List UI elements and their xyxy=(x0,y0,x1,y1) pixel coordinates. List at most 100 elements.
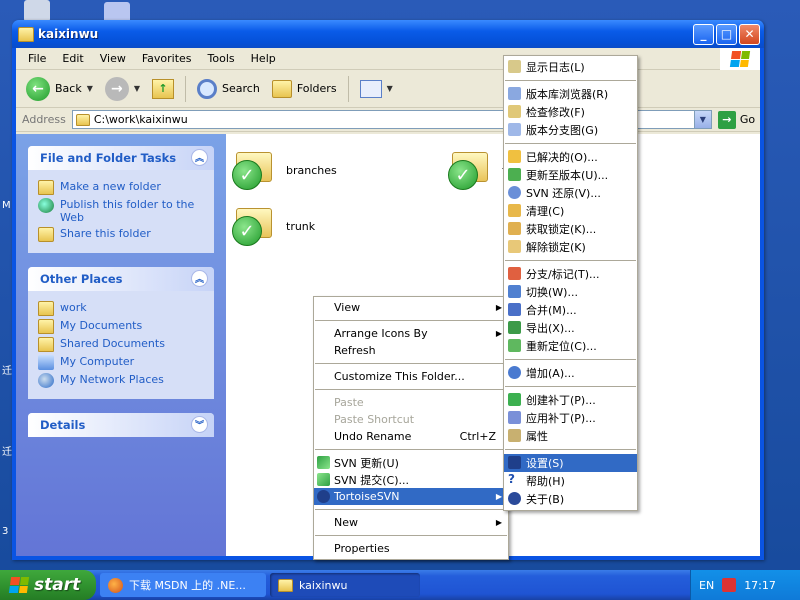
maximize-button[interactable]: □ xyxy=(716,23,737,45)
svn-switch[interactable]: 切换(W)... xyxy=(504,283,637,301)
menu-label: View xyxy=(334,301,361,314)
search-button[interactable]: Search xyxy=(193,74,264,104)
add-icon xyxy=(508,366,521,379)
forward-button[interactable]: → ▼ xyxy=(101,74,144,104)
cleanup-icon xyxy=(508,204,521,217)
svn-create-patch[interactable]: 创建补丁(P)... xyxy=(504,391,637,409)
tray-app-icon[interactable] xyxy=(722,578,737,592)
svn-add[interactable]: 增加(A)... xyxy=(504,364,637,382)
svn-merge[interactable]: 合并(M)... xyxy=(504,301,637,319)
taskbar-button-explorer[interactable]: kaixinwu xyxy=(270,573,420,597)
menu-item-refresh[interactable]: Refresh xyxy=(314,342,508,359)
menu-separator xyxy=(505,80,636,81)
svn-help[interactable]: ? 帮助(H) xyxy=(504,472,637,490)
taskbar-button-browser[interactable]: 下载 MSDN 上的 .NE... xyxy=(100,573,266,597)
panel-header[interactable]: File and Folder Tasks ︽ xyxy=(28,146,214,170)
task-pane: File and Folder Tasks ︽ Make a new folde… xyxy=(16,134,226,556)
menu-tools[interactable]: Tools xyxy=(200,52,243,65)
menu-separator xyxy=(505,386,636,387)
svn-export[interactable]: 导出(X)... xyxy=(504,319,637,337)
desktop-icon-1[interactable] xyxy=(24,0,50,22)
language-indicator[interactable]: EN xyxy=(699,579,714,592)
svn-check-modifications[interactable]: 检查修改(F) xyxy=(504,103,637,121)
svn-apply-patch[interactable]: 应用补丁(P)... xyxy=(504,409,637,427)
check-modifications-icon xyxy=(508,105,521,118)
submenu-arrow-icon: ▶ xyxy=(495,518,502,527)
menu-item-customize[interactable]: Customize This Folder... xyxy=(314,368,508,385)
svn-settings[interactable]: 设置(S) xyxy=(504,454,637,472)
menu-item-paste-shortcut: Paste Shortcut xyxy=(314,411,508,428)
menu-item-arrange[interactable]: Arrange Icons By ▶ xyxy=(314,325,508,342)
go-button[interactable]: → Go xyxy=(717,110,756,129)
share-folder-link[interactable]: Share this folder xyxy=(38,227,204,242)
close-button[interactable]: ✕ xyxy=(739,23,760,45)
link-label: Shared Documents xyxy=(60,337,165,350)
svn-revert[interactable]: SVN 还原(V)... xyxy=(504,184,637,202)
link-label: My Computer xyxy=(60,355,135,368)
chevron-down-icon[interactable]: ▼ xyxy=(387,84,393,93)
menu-item-properties[interactable]: Properties xyxy=(314,540,508,557)
submenu-arrow-icon: ▶ xyxy=(495,303,502,312)
menu-item-svn-commit[interactable]: SVN 提交(C)... xyxy=(314,471,508,488)
place-my-computer-link[interactable]: My Computer xyxy=(38,355,204,370)
create-patch-icon xyxy=(508,393,521,406)
menu-label: 导出(X)... xyxy=(526,322,575,335)
menu-item-view[interactable]: View ▶ xyxy=(314,299,508,316)
go-label: Go xyxy=(739,113,756,126)
menu-view[interactable]: View xyxy=(92,52,134,65)
chevron-down-icon[interactable]: ▼ xyxy=(87,84,93,93)
resolved-icon xyxy=(508,150,521,163)
place-shared-documents-link[interactable]: Shared Documents xyxy=(38,337,204,352)
start-button[interactable]: start xyxy=(0,570,96,600)
svn-branch-tag[interactable]: 分支/标记(T)... xyxy=(504,265,637,283)
place-work-link[interactable]: work xyxy=(38,301,204,316)
svn-about[interactable]: 关于(B) xyxy=(504,490,637,508)
chevron-down-icon[interactable]: ▼ xyxy=(693,111,711,128)
panel-header[interactable]: Other Places ︽ xyxy=(28,267,214,291)
menu-label: 重新定位(C)... xyxy=(526,340,597,353)
folders-button[interactable]: Folders xyxy=(268,74,341,104)
svn-repo-browser[interactable]: 版本库浏览器(R) xyxy=(504,85,637,103)
submenu-arrow-icon: ▶ xyxy=(495,492,502,501)
make-new-folder-link[interactable]: Make a new folder xyxy=(38,180,204,195)
collapse-icon[interactable]: ︽ xyxy=(191,270,208,287)
svn-relocate[interactable]: 重新定位(C)... xyxy=(504,337,637,355)
menu-file[interactable]: File xyxy=(20,52,54,65)
svn-show-log[interactable]: 显示日志(L) xyxy=(504,58,637,76)
publish-folder-link[interactable]: Publish this folder to the Web xyxy=(38,198,204,224)
menu-item-undo-rename[interactable]: Undo Rename Ctrl+Z xyxy=(314,428,508,445)
taskbar: start 下载 MSDN 上的 .NE... kaixinwu EN 17:1… xyxy=(0,570,800,600)
place-network-link[interactable]: My Network Places xyxy=(38,373,204,388)
menu-item-tortoisesvn[interactable]: TortoiseSVN ▶ xyxy=(314,488,508,505)
svn-resolved[interactable]: 已解决的(O)... xyxy=(504,148,637,166)
folder-item-tags[interactable]: ✓ t xyxy=(448,150,506,190)
menu-label: SVN 提交(C)... xyxy=(334,473,409,487)
svn-release-lock[interactable]: 解除锁定(K) xyxy=(504,238,637,256)
up-button[interactable]: ↑ xyxy=(148,74,178,104)
folder-item-trunk[interactable]: ✓ trunk xyxy=(232,206,315,246)
clock[interactable]: 17:17 xyxy=(744,579,776,592)
place-my-documents-link[interactable]: My Documents xyxy=(38,319,204,334)
back-button[interactable]: ← Back ▼ xyxy=(22,74,97,104)
collapse-icon[interactable]: ︽ xyxy=(191,149,208,166)
expand-icon[interactable]: ︾ xyxy=(191,416,208,433)
chevron-down-icon[interactable]: ▼ xyxy=(134,84,140,93)
svn-cleanup[interactable]: 清理(C) xyxy=(504,202,637,220)
menu-label: 获取锁定(K)... xyxy=(526,223,597,236)
svn-properties[interactable]: 属性 xyxy=(504,427,637,445)
menu-label: 解除锁定(K) xyxy=(526,241,586,254)
menu-favorites[interactable]: Favorites xyxy=(134,52,200,65)
svn-get-lock[interactable]: 获取锁定(K)... xyxy=(504,220,637,238)
menu-help[interactable]: Help xyxy=(243,52,284,65)
views-button[interactable]: ▼ xyxy=(356,74,397,104)
minimize-button[interactable]: _ xyxy=(693,23,714,45)
svn-revision-graph[interactable]: 版本分支图(G) xyxy=(504,121,637,139)
title-bar[interactable]: kaixinwu _ □ ✕ xyxy=(12,20,764,48)
menu-item-new[interactable]: New ▶ xyxy=(314,514,508,531)
folder-item-branches[interactable]: ✓ branches xyxy=(232,150,337,190)
panel-header[interactable]: Details ︾ xyxy=(28,413,214,437)
context-menu: View ▶ Arrange Icons By ▶ Refresh Customiz… xyxy=(313,296,509,560)
svn-update-to-revision[interactable]: 更新至版本(U)... xyxy=(504,166,637,184)
menu-item-svn-update[interactable]: SVN 更新(U) xyxy=(314,454,508,471)
menu-edit[interactable]: Edit xyxy=(54,52,91,65)
